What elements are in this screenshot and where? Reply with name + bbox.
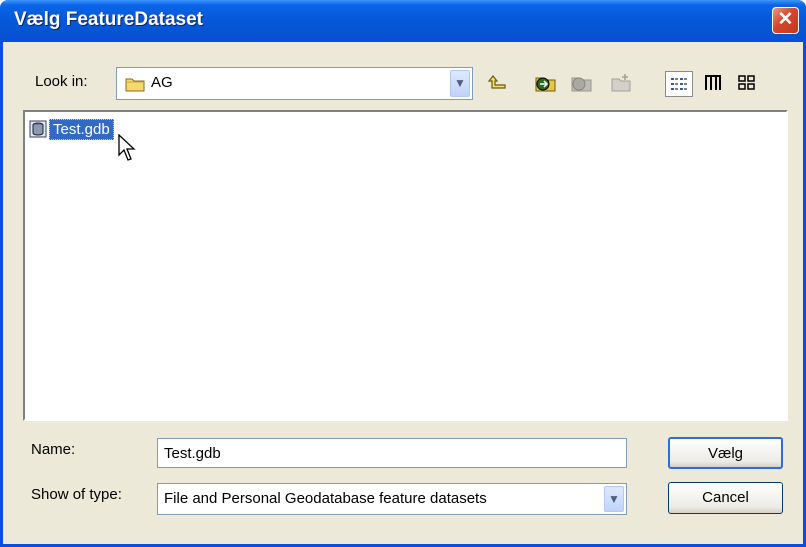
up-one-level-icon[interactable] [484,71,510,95]
close-icon: ✕ [777,9,794,30]
dialog-window: Vælg FeatureDataset ✕ Look in: AG ▼ Test… [0,0,806,547]
name-label: Name: [31,441,76,458]
title-bar[interactable]: Vælg FeatureDataset ✕ [0,0,806,42]
file-name: Test.gdb [49,118,114,140]
folder-icon [125,76,145,92]
file-type-dropdown[interactable]: File and Personal Geodatabase feature da… [157,483,627,515]
connect-folder-icon[interactable] [533,71,559,95]
chevron-down-icon[interactable]: ▼ [604,486,624,512]
name-field-value: Test.gdb [164,445,221,462]
list-item[interactable]: Test.gdb [29,118,114,140]
file-type-value: File and Personal Geodatabase feature da… [164,490,487,507]
disconnect-folder-icon [569,71,595,95]
chevron-down-icon[interactable]: ▼ [450,70,470,97]
cancel-button[interactable]: Cancel [668,482,783,514]
look-in-label: Look in: [35,73,88,90]
look-in-dropdown[interactable]: AG ▼ [116,67,473,100]
name-field[interactable]: Test.gdb [157,438,627,468]
new-folder-icon [608,71,634,95]
select-button[interactable]: Vælg [668,437,783,469]
file-list[interactable]: Test.gdb [23,110,788,421]
window-title: Vælg FeatureDataset [14,9,204,30]
close-button[interactable]: ✕ [772,7,799,34]
mouse-cursor-icon [118,133,136,166]
details-view-icon[interactable] [700,71,726,95]
show-of-type-label: Show of type: [31,486,122,503]
look-in-value: AG [151,74,173,91]
geodatabase-icon [29,120,47,138]
list-view-icon[interactable] [665,71,693,97]
thumbnails-view-icon[interactable] [734,71,760,95]
